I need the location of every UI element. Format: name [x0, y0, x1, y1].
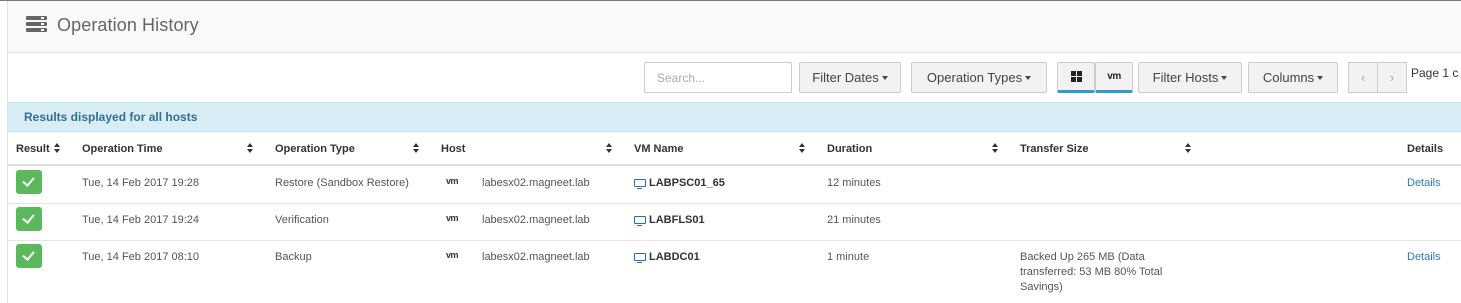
- search-input[interactable]: [644, 62, 792, 93]
- transfer-size: Backed Up 265 MB (Data transferred: 53 M…: [1020, 251, 1163, 293]
- filter-hosts-label: Filter Hosts: [1152, 70, 1219, 85]
- vmware-host-icon: vm: [446, 176, 459, 186]
- filter-dates-button[interactable]: Filter Dates: [799, 62, 901, 93]
- sort-icon[interactable]: [54, 143, 60, 154]
- column-header-operation-time[interactable]: Operation Time: [82, 143, 162, 155]
- caret-down-icon: [1317, 76, 1324, 80]
- row-divider: [8, 203, 1461, 204]
- operation-type: Backup: [275, 251, 312, 263]
- operation-time: Tue, 14 Feb 2017 19:28: [82, 177, 200, 189]
- vm-name: LABFLS01: [649, 214, 705, 226]
- page-indicator: Page 1 c: [1411, 66, 1459, 80]
- success-check-icon: [16, 170, 42, 194]
- column-header-operation-type[interactable]: Operation Type: [275, 143, 355, 155]
- windows-toggle-button[interactable]: [1057, 62, 1095, 93]
- page-header: Operation History: [8, 1, 1461, 53]
- columns-button[interactable]: Columns: [1248, 62, 1338, 93]
- vmware-host-icon: vm: [446, 213, 459, 223]
- operation-type: Verification: [275, 214, 329, 226]
- operation-types-button[interactable]: Operation Types: [911, 62, 1047, 93]
- next-page-button[interactable]: ›: [1377, 62, 1407, 93]
- caret-down-icon: [881, 76, 888, 80]
- sort-icon[interactable]: [606, 143, 612, 154]
- host-name: labesx02.magneet.lab: [482, 214, 590, 226]
- vm-name: LABPSC01_65: [649, 177, 725, 189]
- monitor-icon: [634, 179, 646, 189]
- duration: 1 minute: [827, 251, 870, 263]
- monitor-icon: [634, 253, 646, 263]
- columns-label: Columns: [1262, 70, 1315, 85]
- results-banner-text: Results displayed for all hosts: [24, 110, 198, 124]
- previous-page-button[interactable]: ‹: [1348, 62, 1378, 93]
- success-check-icon: [16, 207, 42, 231]
- server-list-icon: [26, 16, 47, 33]
- success-check-icon: [16, 244, 42, 268]
- chevron-left-icon: ‹: [1360, 70, 1366, 85]
- monitor-icon: [634, 216, 646, 226]
- sort-icon[interactable]: [799, 143, 805, 154]
- row-divider: [8, 240, 1461, 241]
- details-link[interactable]: Details: [1407, 177, 1441, 189]
- host-name: labesx02.magneet.lab: [482, 177, 590, 189]
- vmware-host-icon: vm: [446, 250, 459, 260]
- vmware-toggle-button[interactable]: vm: [1095, 62, 1133, 93]
- column-header-details: Details: [1407, 143, 1444, 155]
- vmware-icon: vm: [1107, 71, 1121, 82]
- duration: 21 minutes: [827, 214, 881, 226]
- sort-icon[interactable]: [992, 143, 998, 154]
- sort-icon[interactable]: [247, 143, 253, 154]
- column-header-duration[interactable]: Duration: [827, 143, 872, 155]
- column-header-result[interactable]: Result: [16, 143, 50, 155]
- vm-name: LABDC01: [649, 251, 700, 263]
- filter-dates-label: Filter Dates: [812, 70, 879, 85]
- results-banner: Results displayed for all hosts: [8, 102, 1461, 132]
- details-link[interactable]: Details: [1407, 251, 1441, 263]
- host-name: labesx02.magneet.lab: [482, 251, 590, 263]
- column-header-vm-name[interactable]: VM Name: [634, 143, 684, 155]
- sort-icon[interactable]: [1185, 143, 1191, 154]
- operation-type: Restore (Sandbox Restore): [275, 177, 409, 189]
- chevron-right-icon: ›: [1389, 70, 1395, 85]
- duration: 12 minutes: [827, 177, 881, 189]
- column-header-host[interactable]: Host: [441, 143, 465, 155]
- caret-down-icon: [1221, 76, 1228, 80]
- windows-icon: [1070, 71, 1082, 82]
- operation-types-label: Operation Types: [926, 70, 1023, 85]
- filter-hosts-button[interactable]: Filter Hosts: [1138, 62, 1242, 93]
- table-header-divider: [8, 164, 1461, 166]
- page-title: Operation History: [57, 15, 199, 35]
- sort-icon[interactable]: [413, 143, 419, 154]
- caret-down-icon: [1025, 76, 1032, 80]
- operation-time: Tue, 14 Feb 2017 08:10: [82, 251, 200, 263]
- operation-time: Tue, 14 Feb 2017 19:24: [82, 214, 200, 226]
- column-header-transfer-size[interactable]: Transfer Size: [1020, 143, 1088, 155]
